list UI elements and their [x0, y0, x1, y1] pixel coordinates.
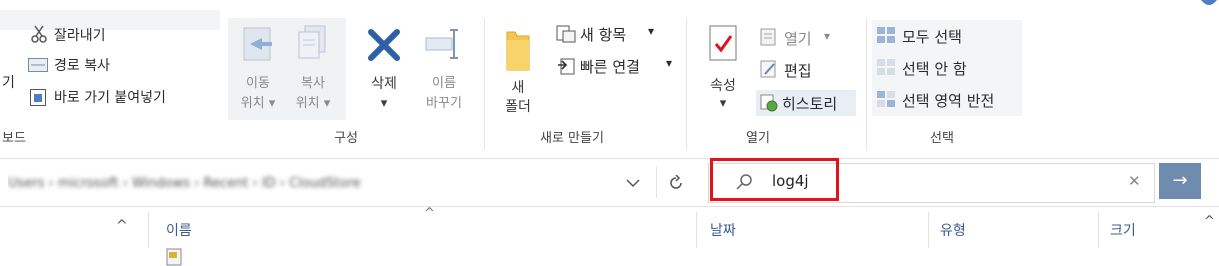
- edit-label: 편집: [784, 62, 812, 80]
- ribbon-collapse-icon[interactable]: [1199, 0, 1219, 10]
- history-button[interactable]: 히스토리: [756, 90, 856, 116]
- paste-label-partial[interactable]: 기: [2, 72, 15, 92]
- new-item-label: 새 항목: [580, 26, 627, 44]
- rename-icon: [425, 29, 458, 59]
- chevron-down-icon: ▾: [719, 96, 727, 111]
- new-folder-label-line2: 폴더: [505, 99, 531, 115]
- clear-icon[interactable]: ✕: [1128, 172, 1141, 190]
- invert-selection-label: 선택 영역 반전: [902, 92, 995, 110]
- copy-path-label: 경로 복사: [54, 58, 110, 74]
- column-header-type[interactable]: 유형: [940, 220, 966, 240]
- new-separator: [686, 18, 687, 150]
- cut-label: 잘라내기: [54, 28, 106, 44]
- rename-label-line2: 바꾸기: [426, 96, 462, 111]
- file-icon: [166, 248, 182, 266]
- move-to-button[interactable]: 이동 위치 ▾: [232, 22, 284, 120]
- chevron-down-icon[interactable]: [626, 178, 640, 188]
- chevron-down-icon: ▾: [648, 24, 655, 38]
- clipboard-group-label: 보드: [2, 131, 26, 146]
- new-folder-icon: [506, 31, 530, 71]
- delete-button[interactable]: 삭제 ▾: [356, 22, 412, 120]
- properties-icon: [709, 25, 737, 61]
- new-folder-label-line1: 새: [511, 80, 525, 96]
- scroll-up-icon[interactable]: ^: [1204, 214, 1215, 229]
- column-divider-3: [1098, 212, 1099, 248]
- sort-ascending-icon: ^: [424, 206, 435, 221]
- column-header-name[interactable]: 이름: [166, 220, 192, 240]
- ribbon: 기 잘라내기 경로 복사 바로 가기 붙여넣기 보드 이동 위치 ▾ 복사 위치…: [0, 0, 1219, 158]
- address-breadcrumb[interactable]: Users › microsoft › Windows › Recent › I…: [8, 172, 504, 194]
- edit-icon: [760, 60, 776, 78]
- copy-to-label-text: 위치: [295, 96, 320, 111]
- chevron-down-icon: ▾: [323, 96, 331, 111]
- column-divider-2: [928, 212, 929, 248]
- delete-label: 삭제: [371, 76, 397, 92]
- nav-pane-scroll-up-icon[interactable]: ^: [116, 218, 128, 234]
- scissors-icon: [31, 25, 47, 43]
- easy-access-icon: [558, 58, 575, 75]
- move-to-label-line1: 이동: [246, 76, 270, 91]
- new-group-label: 새로 만들기: [540, 131, 604, 146]
- delete-x-icon: [368, 29, 400, 61]
- column-header-date[interactable]: 날짜: [710, 220, 736, 240]
- select-group-label: 선택: [930, 131, 954, 146]
- new-folder-button[interactable]: 새 폴더: [496, 22, 540, 120]
- chevron-down-icon: ▾: [824, 29, 831, 43]
- chevron-down-icon: ▾: [666, 56, 673, 70]
- select-all-label: 모두 선택: [902, 28, 962, 46]
- chevron-down-icon: ▾: [268, 96, 276, 111]
- easy-access-label: 빠른 연결: [580, 58, 640, 76]
- arrow-right-icon: →: [1172, 170, 1188, 191]
- rename-label-line1: 이름: [432, 76, 456, 91]
- invert-selection-icon: [877, 91, 895, 107]
- properties-button[interactable]: 속성 ▾: [700, 24, 746, 120]
- search-go-button[interactable]: →: [1159, 163, 1201, 199]
- open-group-label: 열기: [746, 131, 770, 146]
- select-all-icon: [877, 27, 895, 43]
- address-separator: [656, 166, 657, 198]
- rename-button[interactable]: 이름 바꾸기: [414, 22, 474, 120]
- search-highlight-box: [710, 158, 839, 201]
- copy-to-label-line2: 위치 ▾: [286, 94, 340, 114]
- pane-divider: [148, 212, 149, 248]
- organize-separator: [484, 18, 485, 150]
- column-divider-1: [696, 212, 697, 248]
- open-separator: [866, 18, 867, 150]
- properties-label: 속성: [710, 78, 736, 94]
- copy-to-button[interactable]: 복사 위치 ▾: [286, 22, 340, 120]
- open-icon: [760, 28, 776, 46]
- move-to-label-text: 위치: [240, 96, 265, 111]
- history-label: 히스토리: [782, 95, 838, 113]
- paste-shortcut-label: 바로 가기 붙여넣기: [54, 90, 166, 106]
- address-path-text: Users › microsoft › Windows › Recent › I…: [8, 176, 361, 191]
- select-none-label: 선택 안 함: [902, 60, 967, 78]
- copy-to-icon: [298, 25, 326, 59]
- new-item-icon: [556, 25, 576, 43]
- history-icon: [760, 94, 778, 112]
- open-label: 열기: [784, 30, 812, 48]
- copy-to-label-line1: 복사: [301, 76, 325, 91]
- chevron-down-icon: ▾: [380, 96, 388, 111]
- organize-group-label: 구성: [334, 131, 358, 146]
- move-to-label-line2: 위치 ▾: [232, 94, 284, 114]
- column-header-size[interactable]: 크기: [1110, 220, 1136, 240]
- copy-path-icon: [28, 58, 48, 72]
- select-none-icon: [877, 59, 895, 75]
- move-to-icon: [243, 27, 272, 61]
- paste-shortcut-icon: [30, 89, 46, 106]
- refresh-icon[interactable]: [668, 175, 684, 191]
